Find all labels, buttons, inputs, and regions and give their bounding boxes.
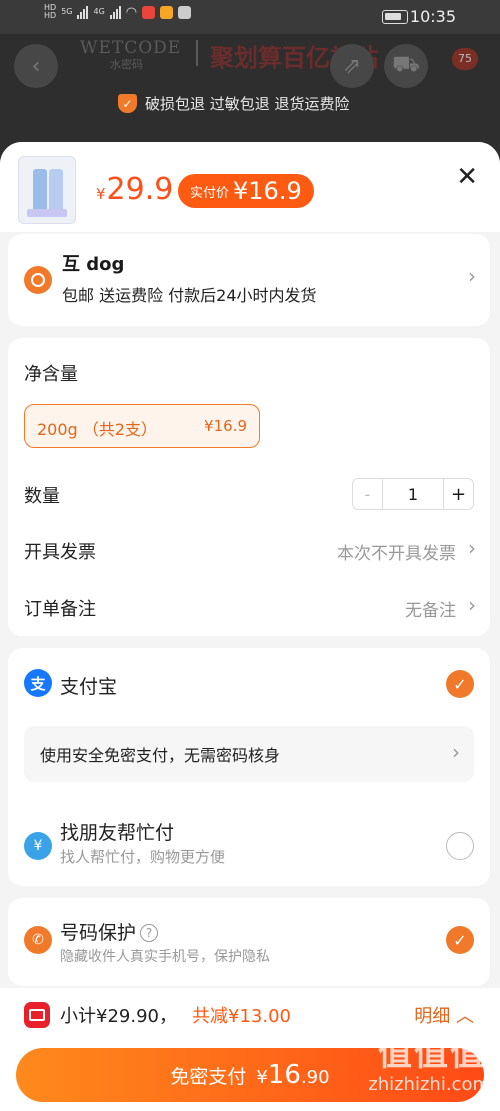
payment-methods-card: 支 支付宝 ✓ 使用安全免密支付，无需密码核身 › ¥ 找朋友帮忙付 找人帮忙付… xyxy=(8,648,490,886)
order-note-label: 订单备注 xyxy=(24,599,96,620)
close-icon: ✕ xyxy=(456,162,478,192)
invoice-value: 本次不开具发票 xyxy=(337,544,456,564)
app-notification-icon xyxy=(142,5,156,19)
number-protection-card: ✆ 号码保护? 隐藏收件人真实手机号，保护隐私 ✓ xyxy=(8,898,490,986)
alipay-icon: 支 xyxy=(24,669,52,697)
product-tube-image xyxy=(33,169,47,213)
total-discount: 共减¥13.00 xyxy=(192,1006,291,1027)
message-app-icon xyxy=(178,5,192,19)
friend-pay-label: 找朋友帮忙付 xyxy=(60,822,175,844)
shield-check-icon: ✓ xyxy=(118,94,137,113)
product-label-strip xyxy=(27,209,67,217)
signal-icon-2 xyxy=(109,5,121,19)
chevron-up-icon: ︿ xyxy=(456,1006,474,1027)
invoice-label: 开具发票 xyxy=(24,542,96,563)
no-password-pay-text: 使用安全免密支付，无需密码核身 xyxy=(40,746,281,765)
video-app-icon xyxy=(160,5,174,19)
quantity-stepper: - 1 + xyxy=(352,478,474,510)
guarantee-banner: ✓ 破损包退 过敏包退 退货运费险 xyxy=(118,93,350,114)
location-pin-icon xyxy=(24,266,52,294)
alipay-label: 支付宝 xyxy=(60,676,118,698)
guarantee-text: 破损包退 过敏包退 退货运费险 xyxy=(145,95,350,113)
share-icon: ⇗ xyxy=(342,53,362,79)
brand-logo: WETCODE xyxy=(80,38,182,58)
pay-button-label: 免密支付 xyxy=(170,1065,247,1088)
hd-label-2: HD xyxy=(44,11,57,20)
pay-button-amount: ¥16.90 xyxy=(256,1060,330,1090)
cart-icon: ⛟ xyxy=(392,52,420,77)
quantity-value[interactable]: 1 xyxy=(383,479,443,509)
brand-subtitle: 水密码 xyxy=(110,58,143,71)
chevron-left-icon: ‹ xyxy=(31,53,41,79)
back-button[interactable]: ‹ xyxy=(14,44,58,88)
original-price: ¥29.9 xyxy=(96,172,174,207)
quantity-increase-button[interactable]: + xyxy=(443,479,473,509)
subtotal: 小计¥29.90， xyxy=(60,1006,177,1027)
product-tube-image xyxy=(49,169,63,213)
cart-count-badge: 75 xyxy=(452,48,478,70)
chevron-right-icon: › xyxy=(468,593,476,617)
order-note-value: 无备注 xyxy=(405,601,456,621)
status-bar: HD HD 5G 4G ◠ 10:35 xyxy=(0,0,500,34)
chevron-right-icon: › xyxy=(468,536,476,560)
network-4g-label: 4G xyxy=(93,7,105,16)
battery-icon xyxy=(382,10,408,24)
quantity-decrease-button[interactable]: - xyxy=(353,479,383,509)
address-card[interactable]: 互 dog 包邮 送运费险 付款后24小时内发货 › xyxy=(8,234,490,326)
divider xyxy=(196,40,198,66)
product-thumbnail[interactable] xyxy=(18,156,76,224)
shipping-info: 包邮 送运费险 付款后24小时内发货 xyxy=(62,286,317,305)
no-password-pay-option[interactable]: 使用安全免密支付，无需密码核身 › xyxy=(24,726,474,782)
spec-option-price: ¥16.9 xyxy=(204,417,247,435)
number-protection-title: 号码保护? xyxy=(60,918,159,945)
friend-pay-subtitle: 找人帮忙付，购物更方便 xyxy=(60,848,226,866)
spec-option-name: 200g （共2支） xyxy=(37,420,157,439)
checkmark-icon[interactable]: ✓ xyxy=(446,670,474,698)
network-5g-label: 5G xyxy=(61,7,73,16)
actual-price-label: 实付价 xyxy=(190,185,230,201)
checkmark-icon[interactable]: ✓ xyxy=(446,926,474,954)
quantity-label: 数量 xyxy=(24,486,60,507)
clock: 10:35 xyxy=(409,7,456,26)
help-icon[interactable]: ? xyxy=(140,924,159,942)
order-sheet: ¥29.9 实付价 ¥16.9 ✕ 互 dog 包邮 送运费险 付款后24小时内… xyxy=(0,142,500,1111)
chevron-right-icon: › xyxy=(452,740,460,764)
signal-icon xyxy=(77,5,89,19)
wifi-icon: ◠ xyxy=(125,4,138,20)
watermark-logo: 值值值 xyxy=(378,1034,486,1074)
address-name: 互 dog xyxy=(62,254,125,275)
radio-button[interactable] xyxy=(446,832,474,860)
chevron-right-icon: › xyxy=(468,264,476,288)
watermark-site: zhizhizhi.com xyxy=(368,1074,490,1095)
price-detail-toggle[interactable]: 明细 ︿ xyxy=(414,1002,474,1028)
spec-option-200g[interactable]: 200g （共2支） ¥16.9 xyxy=(24,404,260,448)
friend-pay-icon: ¥ xyxy=(24,832,52,860)
spec-title: 净含量 xyxy=(24,364,78,385)
actual-price-value: ¥16.9 xyxy=(233,177,302,205)
options-card: 净含量 200g （共2支） ¥16.9 数量 - 1 + 开具发票 本次不开具… xyxy=(8,338,490,636)
number-protection-subtitle: 隐藏收件人真实手机号，保护隐私 xyxy=(60,949,270,965)
share-button[interactable]: ⇗ xyxy=(330,44,374,88)
close-button[interactable]: ✕ xyxy=(456,164,478,190)
cart-button[interactable]: ⛟ xyxy=(384,44,428,88)
actual-price-badge: 实付价 ¥16.9 xyxy=(178,174,314,208)
coupon-icon xyxy=(24,1002,50,1028)
phone-icon: ✆ xyxy=(24,926,52,954)
product-header: ¥29.9 实付价 ¥16.9 ✕ xyxy=(0,142,500,232)
